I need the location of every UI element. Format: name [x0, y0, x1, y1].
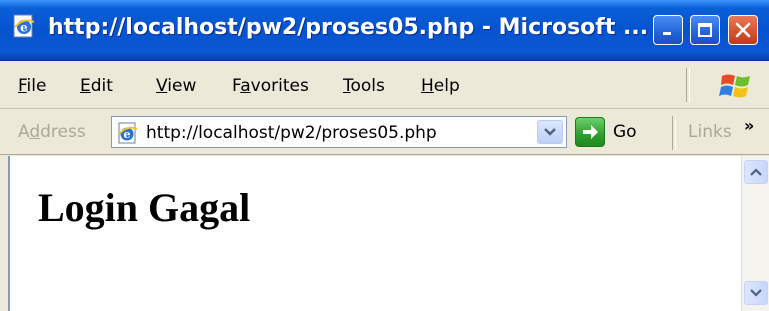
maximize-icon: [698, 23, 712, 37]
menu-file[interactable]: File: [18, 75, 46, 97]
menu-tools[interactable]: Tools: [343, 75, 385, 97]
window-title: http://localhost/pw2/proses05.php - Micr…: [48, 15, 649, 40]
address-dropdown-button[interactable]: [537, 120, 563, 144]
menu-tools-label: ools: [350, 76, 385, 96]
menu-favorites-label: vorites: [250, 76, 309, 96]
page-content: Login Gagal: [8, 156, 741, 311]
browser-window: e http://localhost/pw2/proses05.php - Mi…: [0, 0, 769, 311]
menu-favorites-mnemonic: a: [240, 76, 251, 96]
close-button[interactable]: [728, 15, 758, 45]
address-url: http://localhost/pw2/proses05.php: [146, 123, 437, 143]
menu-tools-mnemonic: T: [343, 76, 351, 96]
go-label: Go: [613, 122, 637, 142]
vertical-scrollbar[interactable]: [741, 156, 769, 311]
menu-favorites[interactable]: Favorites: [232, 75, 309, 97]
address-label-rest: dress: [40, 122, 86, 142]
chevron-down-icon: [544, 128, 556, 136]
links-label[interactable]: Links: [688, 120, 732, 144]
close-icon: [735, 22, 751, 38]
menu-separator: [686, 68, 690, 102]
menu-favorites-pre: F: [232, 76, 241, 96]
address-bar: Address e http://localhost/pw2/proses05.…: [0, 110, 769, 155]
menu-help-mnemonic: H: [421, 76, 434, 96]
minimize-icon: [663, 32, 671, 35]
menu-view[interactable]: View: [156, 75, 196, 97]
go-button[interactable]: Go: [575, 116, 637, 148]
menu-bar: File Edit View Favorites Tools Help: [0, 62, 769, 109]
green-arrow-icon: [575, 117, 605, 147]
menu-edit[interactable]: Edit: [80, 75, 113, 97]
address-input[interactable]: e http://localhost/pw2/proses05.php: [111, 116, 567, 148]
address-label-pre: A: [18, 122, 30, 142]
address-label: Address: [18, 120, 86, 144]
windows-flag-icon: [712, 70, 760, 102]
scroll-up-button[interactable]: [744, 160, 768, 184]
maximize-button[interactable]: [690, 15, 720, 45]
address-separator: [672, 116, 676, 150]
menu-help[interactable]: Help: [421, 75, 460, 97]
scroll-down-button[interactable]: [744, 281, 768, 305]
menu-edit-mnemonic: E: [80, 76, 91, 96]
menu-help-label: elp: [433, 76, 460, 96]
menu-file-label: ile: [26, 76, 47, 96]
chevron-up-icon: [750, 168, 762, 176]
menu-edit-label: dit: [90, 76, 113, 96]
minimize-button[interactable]: [653, 15, 683, 45]
page-heading: Login Gagal: [38, 185, 251, 230]
ie-page-icon: e: [116, 121, 140, 145]
links-chevron-icon[interactable]: »: [744, 116, 754, 135]
title-bar[interactable]: e http://localhost/pw2/proses05.php - Mi…: [0, 0, 769, 61]
menu-view-mnemonic: V: [156, 76, 168, 96]
menu-view-label: iew: [167, 76, 197, 96]
address-label-mnemonic: d: [29, 122, 41, 142]
ie-page-icon[interactable]: e: [10, 12, 38, 40]
menu-file-mnemonic: F: [18, 76, 27, 96]
chevron-down-icon: [750, 289, 762, 297]
